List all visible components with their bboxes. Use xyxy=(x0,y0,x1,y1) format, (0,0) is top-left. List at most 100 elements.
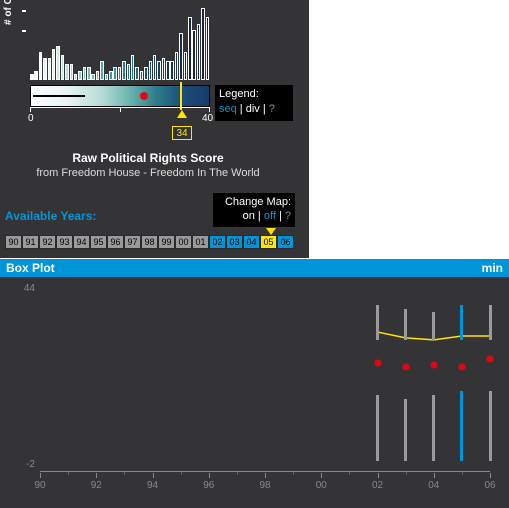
histogram-bar xyxy=(87,67,91,80)
x-tick xyxy=(40,473,41,478)
x-tick xyxy=(209,107,210,112)
histogram-bar xyxy=(184,52,188,80)
histogram-bar xyxy=(43,58,47,80)
histogram-bar xyxy=(153,55,157,80)
histogram-bar xyxy=(34,71,38,80)
year-button-03[interactable]: 03 xyxy=(226,235,243,249)
legend-header: Legend: xyxy=(219,87,289,102)
year-button-93[interactable]: 93 xyxy=(56,235,73,249)
year-button-01[interactable]: 01 xyxy=(192,235,209,249)
histogram-bar xyxy=(56,46,60,80)
change-map-on-button[interactable]: on xyxy=(243,210,255,222)
histogram-bar xyxy=(197,24,201,80)
legend-div-button[interactable]: div xyxy=(246,103,260,115)
x-tick-minor xyxy=(406,472,407,475)
histogram-bar xyxy=(109,71,113,80)
histogram-bar xyxy=(144,67,148,80)
histogram xyxy=(30,5,210,80)
histogram-bar xyxy=(30,74,34,80)
histogram-bar xyxy=(83,67,87,80)
upper-whisker xyxy=(404,309,407,340)
year-button-99[interactable]: 99 xyxy=(158,235,175,249)
histogram-bar xyxy=(201,8,205,80)
x-label: 06 xyxy=(484,480,495,491)
red-marker-dot xyxy=(140,92,148,100)
year-button-05[interactable]: 05 xyxy=(260,235,277,249)
histogram-bar xyxy=(118,67,122,80)
y-tick xyxy=(22,30,26,32)
year-button-97[interactable]: 97 xyxy=(124,235,141,249)
year-button-95[interactable]: 95 xyxy=(90,235,107,249)
y-tick-bottom: -2 xyxy=(26,459,35,470)
x-tick-minor xyxy=(237,472,238,475)
year-button-90[interactable]: 90 xyxy=(5,235,22,249)
y-axis-label: # of Obs xyxy=(3,0,14,25)
marker-value-box: 34 xyxy=(172,126,192,140)
x-tick xyxy=(434,473,435,478)
x-tick xyxy=(153,473,154,478)
histogram-bar xyxy=(74,74,78,80)
legend-seq-button[interactable]: seq xyxy=(219,103,237,115)
chart-subtitle: from Freedom House - Freedom In The Worl… xyxy=(0,167,296,179)
histogram-bar xyxy=(192,30,196,80)
box-plot-area xyxy=(40,289,490,469)
legend-box: Legend: seq | div | ? xyxy=(215,85,293,121)
lower-whisker xyxy=(404,399,407,462)
histogram-bar xyxy=(166,61,170,80)
x-label: 00 xyxy=(316,480,327,491)
selected-year-arrow-icon xyxy=(266,228,276,235)
x-label: 92 xyxy=(91,480,102,491)
legend-help-button[interactable]: ? xyxy=(269,103,275,115)
red-dot xyxy=(487,356,494,363)
histogram-bar xyxy=(140,71,144,80)
histogram-bar xyxy=(105,74,109,80)
change-map-help-button[interactable]: ? xyxy=(285,210,291,222)
year-button-06[interactable]: 06 xyxy=(277,235,294,249)
x-axis xyxy=(40,471,490,472)
year-button-91[interactable]: 91 xyxy=(22,235,39,249)
upper-whisker xyxy=(432,312,435,339)
year-button-00[interactable]: 00 xyxy=(175,235,192,249)
change-map-off-button[interactable]: off xyxy=(264,210,276,222)
histogram-bar xyxy=(39,52,43,80)
histogram-bar xyxy=(113,67,117,80)
histogram-bar xyxy=(48,58,52,80)
red-dot xyxy=(458,364,465,371)
red-dot xyxy=(430,362,437,369)
x-label: 04 xyxy=(428,480,439,491)
year-button-02[interactable]: 02 xyxy=(209,235,226,249)
y-tick xyxy=(22,10,26,12)
change-map-header: Change Map: xyxy=(217,195,291,209)
year-button-04[interactable]: 04 xyxy=(243,235,260,249)
selected-value-marker[interactable] xyxy=(180,82,182,110)
year-button-92[interactable]: 92 xyxy=(39,235,56,249)
histogram-bar xyxy=(135,67,139,80)
x-min-label: 0 xyxy=(28,113,34,124)
year-button-98[interactable]: 98 xyxy=(141,235,158,249)
histogram-bar xyxy=(78,71,82,80)
histogram-panel: # of Obs 34 0 40 Legend: seq | div | ? R… xyxy=(0,0,309,258)
x-tick xyxy=(490,473,491,478)
histogram-bar xyxy=(179,33,183,80)
x-label: 90 xyxy=(34,480,45,491)
median-line xyxy=(40,289,490,469)
year-button-96[interactable]: 96 xyxy=(107,235,124,249)
change-map-box: Change Map: on | off | ? xyxy=(213,193,295,227)
year-selector: 9091929394959697989900010203040506 xyxy=(5,235,294,249)
year-button-94[interactable]: 94 xyxy=(73,235,90,249)
available-years-label: Available Years: xyxy=(5,209,96,223)
x-tick-minor xyxy=(68,472,69,475)
histogram-bar xyxy=(127,64,131,80)
histogram-bar xyxy=(122,61,126,80)
x-label: 96 xyxy=(203,480,214,491)
histogram-bar xyxy=(70,64,74,80)
lower-whisker xyxy=(376,395,379,462)
histogram-bar xyxy=(61,55,65,80)
minimize-button[interactable]: min xyxy=(482,259,503,277)
histogram-bar xyxy=(157,61,161,80)
x-tick xyxy=(120,107,121,112)
x-tick-minor xyxy=(462,472,463,475)
x-tick-minor xyxy=(124,472,125,475)
lower-whisker xyxy=(460,391,463,461)
y-tick-top: 44 xyxy=(24,283,35,294)
